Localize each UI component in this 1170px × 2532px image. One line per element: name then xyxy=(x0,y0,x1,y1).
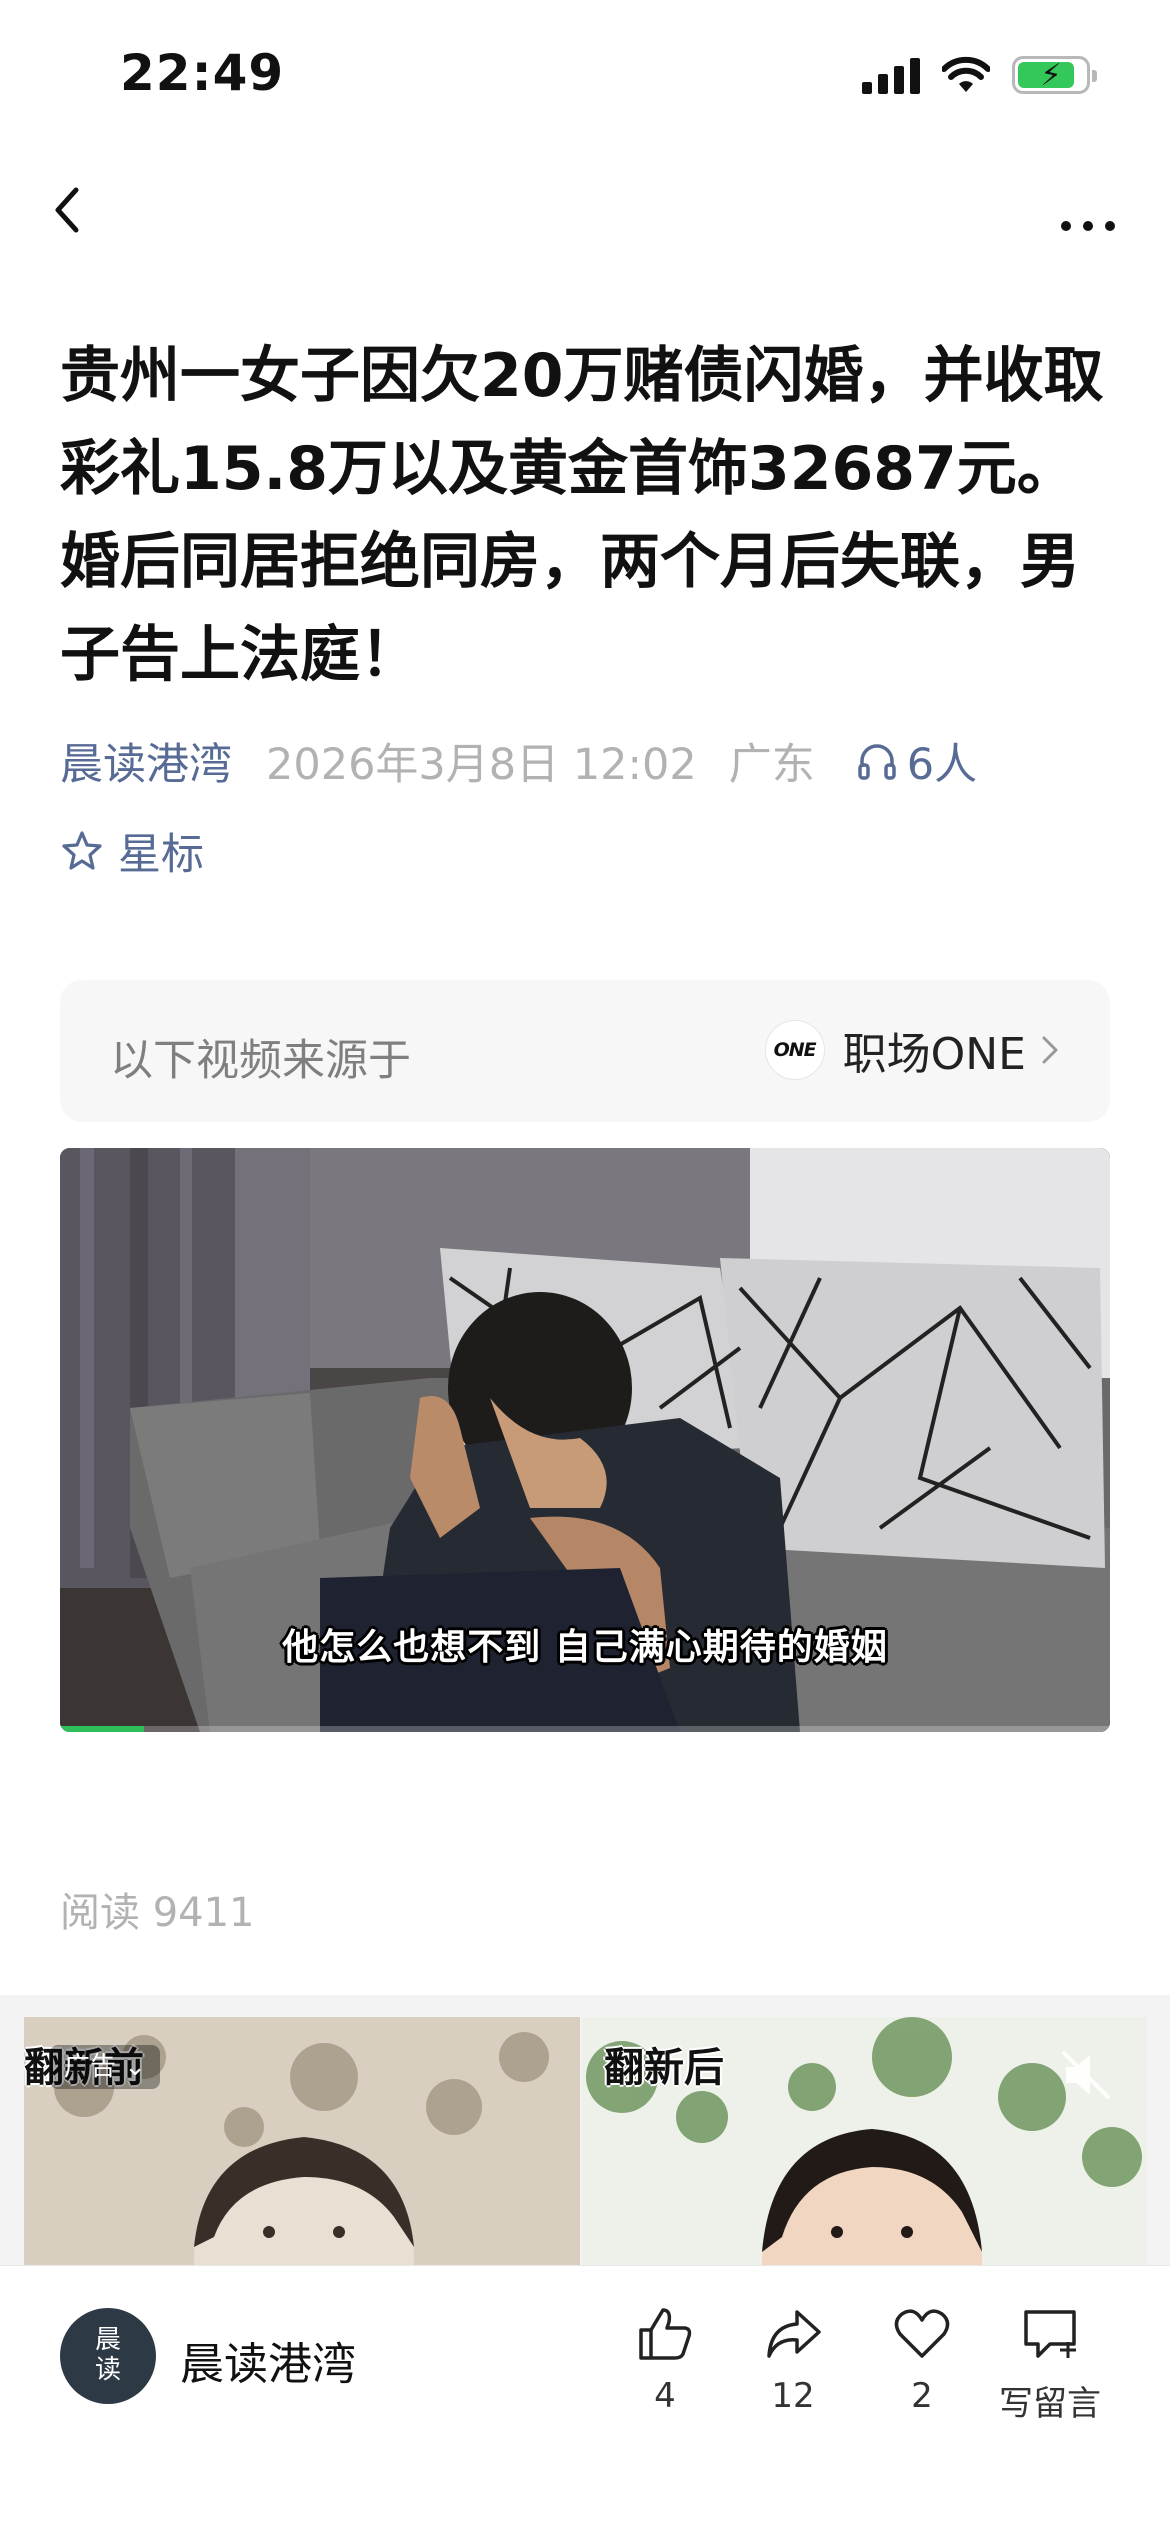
video-source-channel[interactable]: ONE 职场ONE xyxy=(764,1018,1062,1082)
video-source-card[interactable]: 以下视频来源于 ONE 职场ONE xyxy=(60,980,1110,1122)
publish-date: 2026年3月8日 12:02 xyxy=(266,740,697,790)
status-bar: 22:49 ⚡ xyxy=(0,0,1170,150)
back-button[interactable] xyxy=(40,180,100,240)
listen-button[interactable]: 6人 xyxy=(855,730,977,792)
channel-logo: ONE xyxy=(764,1020,825,1080)
author-link[interactable]: 晨读港湾 xyxy=(60,730,232,792)
favorite-button[interactable]: 2 xyxy=(862,2304,982,2416)
signal-icon xyxy=(862,56,920,94)
wifi-icon xyxy=(942,56,990,92)
article-title: 贵州一女子因欠20万赌债闪婚，并收取彩礼15.8万以及黄金首饰32687元。婚后… xyxy=(60,341,1104,690)
comment-icon xyxy=(1024,2310,1076,2358)
more-button[interactable] xyxy=(1050,180,1130,240)
ad-banner[interactable]: 翻新前 翻新后 广告 ⌄ xyxy=(0,1995,1170,2265)
battery-charging-icon: ⚡ xyxy=(1040,58,1062,93)
comment-label: 写留言 xyxy=(999,2384,1101,2424)
like-button[interactable]: 4 xyxy=(605,2304,725,2416)
avatar-char-1: 晨 xyxy=(94,2325,121,2355)
channel-name: 职场ONE xyxy=(842,1029,1026,1080)
share-button[interactable]: 12 xyxy=(733,2304,853,2416)
read-count: 阅读 9411 xyxy=(60,1890,255,1936)
publish-region: 广东 xyxy=(728,740,815,790)
star-outline-icon xyxy=(62,831,102,870)
mute-icon[interactable] xyxy=(1058,2047,1114,2103)
video-progress-fill xyxy=(60,1726,144,1732)
bottom-bar: 晨 读 晨读港湾 4 12 2 写留言 xyxy=(0,2265,1170,2532)
nav-bar xyxy=(0,160,1170,260)
back-chevron-icon xyxy=(55,187,79,233)
share-count: 12 xyxy=(771,2376,815,2416)
ad-badge[interactable]: 广告 ⌄ xyxy=(50,2045,161,2089)
star-button[interactable]: 星标 xyxy=(60,820,204,882)
like-count: 4 xyxy=(654,2376,676,2416)
battery-icon: ⚡ xyxy=(1012,56,1097,94)
article-meta: 晨读港湾 2026年3月8日 12:02 广东 6人 xyxy=(60,730,1130,792)
video-player[interactable]: 他怎么也想不到 自己满心期待的婚姻 xyxy=(60,1148,1110,1732)
heart-icon xyxy=(894,2309,950,2358)
star-label: 星标 xyxy=(118,830,204,880)
listener-count: 6人 xyxy=(906,740,978,790)
status-icons: ⚡ xyxy=(862,56,1097,94)
chevron-right-icon xyxy=(1042,1036,1058,1064)
more-dots-icon xyxy=(1061,221,1115,231)
status-time: 22:49 xyxy=(120,44,285,102)
thumbs-up-icon xyxy=(639,2308,692,2360)
video-progress-bar[interactable] xyxy=(60,1726,1110,1732)
favorite-count: 2 xyxy=(911,2376,933,2416)
share-icon xyxy=(767,2310,821,2358)
headphones-icon xyxy=(858,744,896,780)
account-avatar[interactable]: 晨 读 xyxy=(60,2308,156,2404)
comment-button[interactable]: 写留言 xyxy=(990,2304,1110,2425)
avatar-char-2: 读 xyxy=(94,2355,121,2385)
video-subtitle: 他怎么也想不到 自己满心期待的婚姻 xyxy=(282,1627,888,1668)
video-source-label: 以下视频来源于 xyxy=(110,1036,411,1086)
ad-after-label: 翻新后 xyxy=(604,2045,724,2091)
account-name[interactable]: 晨读港湾 xyxy=(180,2328,356,2392)
